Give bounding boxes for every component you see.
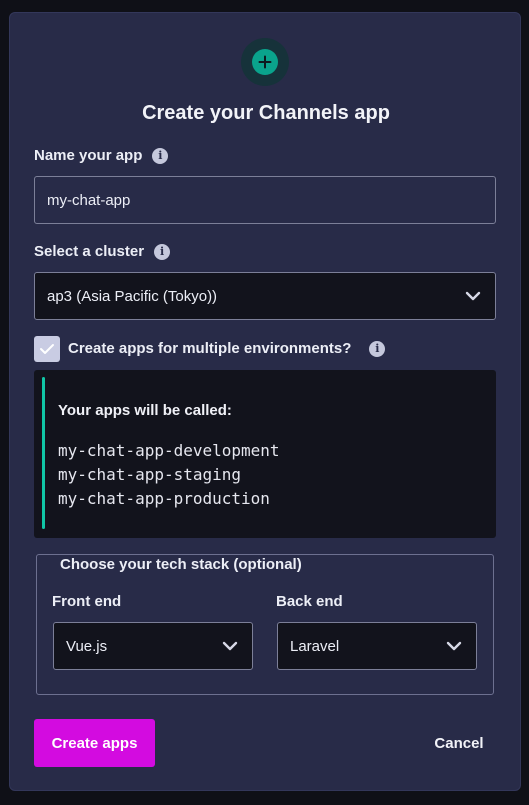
cancel-button[interactable]: Cancel — [414, 719, 504, 767]
app-names-list: my-chat-app-development my-chat-app-stag… — [58, 439, 280, 511]
create-app-modal: Create your Channels app Name your app i… — [9, 12, 521, 791]
chevron-down-icon — [446, 641, 462, 651]
app-names-heading: Your apps will be called: — [58, 402, 232, 419]
backend-label: Back end — [276, 593, 343, 610]
info-icon[interactable]: i — [154, 243, 171, 260]
backend-selected-value: Laravel — [290, 637, 340, 655]
app-name-item: my-chat-app-development — [58, 441, 280, 460]
chevron-down-icon — [222, 641, 238, 651]
app-name-value: my-chat-app — [47, 191, 131, 209]
backend-select[interactable]: Laravel — [277, 622, 477, 670]
multi-env-label: Create apps for multiple environments? i — [68, 340, 386, 357]
frontend-select[interactable]: Vue.js — [53, 622, 253, 670]
cluster-select[interactable]: ap3 (Asia Pacific (Tokyo)) — [34, 272, 496, 320]
app-name-item: my-chat-app-production — [58, 489, 270, 508]
modal-title: Create your Channels app — [142, 102, 390, 124]
app-name-label: Name your app i — [34, 147, 169, 164]
info-icon[interactable]: i — [152, 147, 169, 164]
app-name-input[interactable]: my-chat-app — [34, 176, 496, 224]
frontend-label: Front end — [52, 593, 122, 610]
app-names-preview: Your apps will be called: my-chat-app-de… — [34, 370, 496, 538]
chevron-down-icon — [465, 291, 481, 301]
frontend-selected-value: Vue.js — [66, 637, 108, 655]
multi-env-checkbox[interactable] — [34, 336, 60, 362]
cluster-label: Select a cluster i — [34, 243, 171, 260]
accent-bar — [42, 377, 45, 529]
app-name-item: my-chat-app-staging — [58, 465, 242, 484]
info-icon[interactable]: i — [369, 340, 386, 357]
create-apps-button[interactable]: Create apps — [34, 719, 155, 767]
tech-stack-legend: Choose your tech stack (optional) — [54, 556, 308, 573]
check-icon — [40, 344, 54, 354]
plus-circle-icon — [241, 38, 289, 86]
cluster-selected-value: ap3 (Asia Pacific (Tokyo)) — [47, 287, 218, 305]
